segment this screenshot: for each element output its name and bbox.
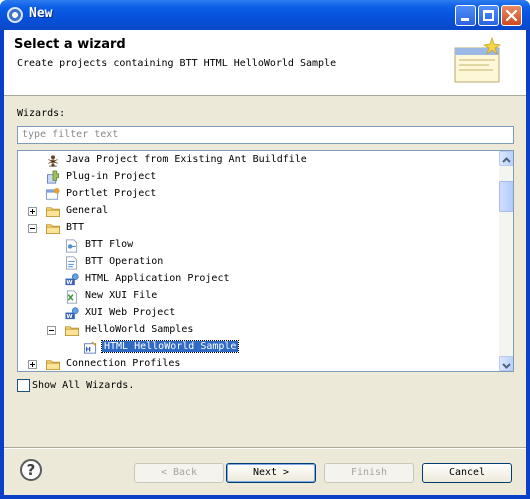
tree-item[interactable]: Portlet Project <box>18 186 496 203</box>
dialog-client: Select a wizard Create projects containi… <box>4 30 526 495</box>
ant-icon <box>48 155 58 167</box>
close-icon <box>505 9 518 22</box>
btt-operation-icon <box>66 256 78 270</box>
web-project-icon: W <box>65 307 79 320</box>
tree-item[interactable]: BTT <box>18 220 496 237</box>
tree-item-label: BTT <box>66 222 85 233</box>
minimize-button[interactable] <box>455 5 476 26</box>
tree-item-label: Connection Profiles <box>66 358 181 369</box>
tree-item[interactable]: Plug-in Project <box>18 169 496 186</box>
tree-item[interactable]: Connection Profiles <box>18 356 496 371</box>
finish-button[interactable]: Finish <box>324 463 414 483</box>
wizard-tree[interactable]: Java Project from Existing Ant Buildfile… <box>17 150 514 372</box>
tree-item-label: New XUI File <box>85 290 158 301</box>
tree-item-label: Java Project from Existing Ant Buildfile <box>66 154 307 165</box>
maximize-button[interactable] <box>478 5 499 26</box>
tree-item-label: General <box>66 205 109 216</box>
next-button[interactable]: Next > <box>226 463 316 483</box>
expand-icon[interactable] <box>28 360 37 369</box>
help-icon[interactable]: ? <box>20 459 42 481</box>
scroll-down-button[interactable] <box>499 356 513 371</box>
svg-text:W: W <box>66 280 73 286</box>
collapse-icon[interactable] <box>28 224 37 233</box>
folder-icon <box>65 326 79 337</box>
tree-item[interactable]: BTT Operation <box>18 254 496 271</box>
xui-file-icon <box>66 290 78 304</box>
tree-item-label: HelloWorld Samples <box>85 324 194 335</box>
page-description: Create projects containing BTT HTML Hell… <box>17 58 337 69</box>
expand-icon[interactable] <box>28 207 37 216</box>
cancel-button[interactable]: Cancel <box>422 463 512 483</box>
tree-item[interactable]: H HTML HelloWorld Sample <box>18 339 496 356</box>
tree-vertical-scrollbar[interactable] <box>499 151 513 371</box>
scroll-up-button[interactable] <box>499 151 513 166</box>
wizard-banner-icon <box>454 36 502 83</box>
wizards-label: Wizards: <box>17 108 66 119</box>
portlet-project-icon <box>46 187 60 200</box>
new-wizard-window: New Select a wizard Create projects cont… <box>0 0 530 499</box>
chevron-up-icon <box>502 157 511 163</box>
tree-item-label: XUI Web Project <box>85 307 176 318</box>
show-all-wizards-checkbox[interactable] <box>17 379 30 392</box>
page-title: Select a wizard <box>14 37 126 52</box>
web-project-icon: W <box>65 273 79 286</box>
tree-item-label: HTML HelloWorld Sample <box>100 340 240 353</box>
show-all-wizards-label[interactable]: Show All Wizards. <box>32 380 134 391</box>
folder-icon <box>46 224 60 235</box>
tree-item[interactable]: W HTML Application Project <box>18 271 496 288</box>
tree-item[interactable]: General <box>18 203 496 220</box>
back-button[interactable]: < Back <box>134 463 224 483</box>
svg-text:H: H <box>85 346 90 354</box>
svg-text:W: W <box>66 314 73 320</box>
tree-item[interactable]: W XUI Web Project <box>18 305 496 322</box>
title-bar[interactable]: New <box>0 0 530 30</box>
plugin-project-icon <box>47 170 59 184</box>
window-title: New <box>29 6 53 21</box>
wizard-header: Select a wizard Create projects containi… <box>4 30 526 96</box>
chevron-down-icon <box>502 363 511 369</box>
tree-item[interactable]: BTT Flow <box>18 237 496 254</box>
tree-item[interactable]: New XUI File <box>18 288 496 305</box>
tree-item-label: BTT Flow <box>85 239 134 250</box>
tree-item-label: HTML Application Project <box>85 273 230 284</box>
minimize-icon <box>461 18 469 21</box>
eclipse-icon <box>7 7 23 23</box>
folder-icon <box>46 360 60 371</box>
btt-flow-icon <box>66 239 78 253</box>
close-button[interactable] <box>501 5 522 26</box>
tree-item[interactable]: HelloWorld Samples <box>18 322 496 339</box>
tree-item-label: Portlet Project <box>66 188 157 199</box>
filter-input[interactable]: type filter text <box>17 126 514 144</box>
maximize-icon <box>483 10 494 21</box>
html-sample-icon: H <box>84 341 97 354</box>
tree-item-label: BTT Operation <box>85 256 164 267</box>
collapse-icon[interactable] <box>47 326 56 335</box>
folder-icon <box>46 207 60 218</box>
scroll-thumb[interactable] <box>499 181 513 212</box>
tree-item-label: Plug-in Project <box>66 171 157 182</box>
tree-item[interactable]: Java Project from Existing Ant Buildfile <box>18 152 496 169</box>
button-bar-separator <box>4 447 526 449</box>
